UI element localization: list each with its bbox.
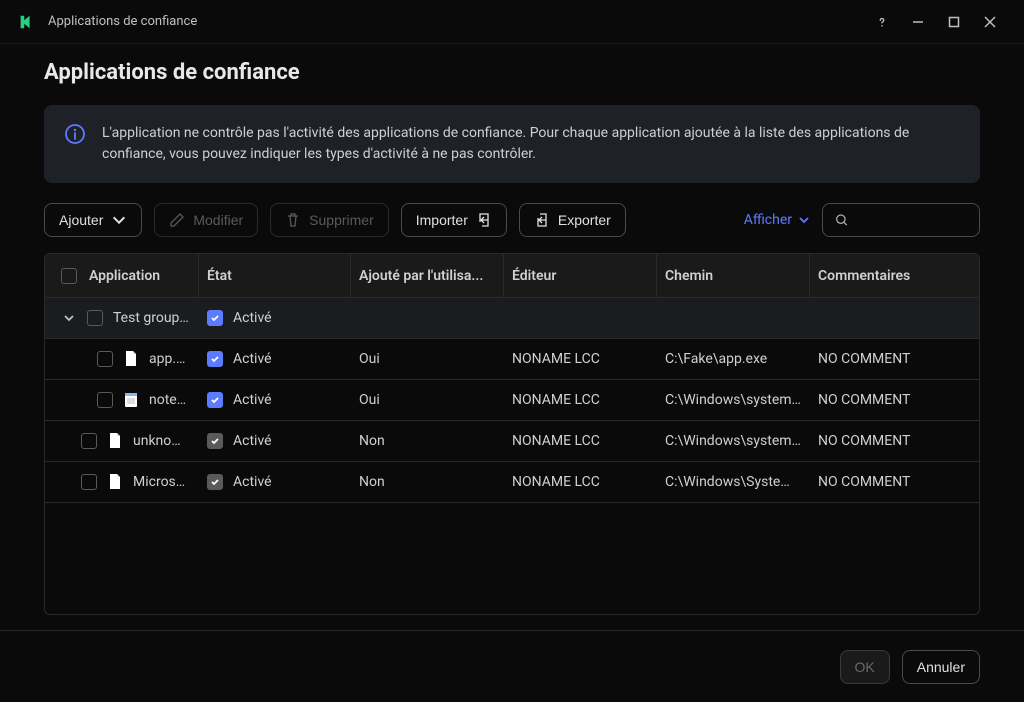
- app-name: unknown....: [133, 433, 191, 449]
- state-label: Activé: [233, 310, 272, 326]
- page-title: Applications de confiance: [44, 60, 980, 85]
- added-by-user: Non: [359, 474, 385, 490]
- th-added-by-user[interactable]: Ajouté par l'utilisa...: [351, 254, 504, 297]
- row-checkbox[interactable]: [97, 351, 113, 367]
- select-all-checkbox[interactable]: [61, 268, 77, 284]
- info-text: L'application ne contrôle pas l'activité…: [102, 123, 960, 165]
- edit-button[interactable]: Modifier: [154, 203, 258, 237]
- file-icon: [123, 391, 139, 409]
- table-row[interactable]: notepa... Activé Oui NONAME LCC C:\Windo…: [45, 380, 979, 421]
- state-checkbox[interactable]: [207, 310, 223, 326]
- add-button[interactable]: Ajouter: [44, 203, 142, 237]
- import-button[interactable]: Importer: [401, 203, 507, 237]
- state-checkbox[interactable]: [207, 433, 223, 449]
- expand-icon[interactable]: [61, 312, 77, 324]
- chevron-down-icon: [798, 214, 810, 226]
- state-checkbox[interactable]: [207, 392, 223, 408]
- state-label: Activé: [233, 433, 272, 449]
- info-banner: L'application ne contrôle pas l'activité…: [44, 105, 980, 183]
- delete-button-label: Supprimer: [309, 212, 374, 228]
- titlebar-title: Applications de confiance: [48, 14, 864, 29]
- row-checkbox[interactable]: [97, 392, 113, 408]
- footer: OK Annuler: [0, 630, 1024, 702]
- search-icon: [835, 212, 848, 228]
- add-button-label: Ajouter: [59, 212, 103, 228]
- comments: NO COMMENT: [818, 351, 910, 367]
- th-application[interactable]: Application: [45, 254, 199, 297]
- table-row[interactable]: unknown.... Activé Non NONAME LCC C:\Win…: [45, 421, 979, 462]
- table-row[interactable]: app.exe Activé Oui NONAME LCC C:\Fake\ap…: [45, 339, 979, 380]
- ok-button[interactable]: OK: [840, 650, 890, 684]
- added-by-user: Non: [359, 433, 385, 449]
- search-input[interactable]: [856, 213, 967, 228]
- editor: NONAME LCC: [512, 433, 600, 449]
- comments: NO COMMENT: [818, 433, 910, 449]
- export-button[interactable]: Exporter: [519, 203, 626, 237]
- file-icon: [123, 350, 139, 368]
- table: Application État Ajouté par l'utilisa...…: [44, 253, 980, 615]
- row-checkbox[interactable]: [87, 310, 103, 326]
- comments: NO COMMENT: [818, 392, 910, 408]
- trash-icon: [285, 212, 301, 228]
- th-editeur[interactable]: Éditeur: [504, 254, 657, 297]
- state-label: Activé: [233, 351, 272, 367]
- table-row[interactable]: Microsoft... Activé Non NONAME LCC C:\Wi…: [45, 462, 979, 503]
- afficher-label: Afficher: [744, 212, 792, 228]
- close-button[interactable]: [972, 6, 1008, 38]
- table-header: Application État Ajouté par l'utilisa...…: [45, 254, 979, 298]
- import-icon: [476, 212, 492, 228]
- pencil-icon: [169, 212, 185, 228]
- state-checkbox[interactable]: [207, 351, 223, 367]
- content-area: Applications de confiance L'application …: [0, 44, 1024, 615]
- path: C:\Fake\app.exe: [665, 351, 767, 367]
- export-button-label: Exporter: [558, 212, 611, 228]
- maximize-button[interactable]: [936, 6, 972, 38]
- comments: NO COMMENT: [818, 474, 910, 490]
- editor: NONAME LCC: [512, 474, 600, 490]
- state-label: Activé: [233, 392, 272, 408]
- state-checkbox[interactable]: [207, 474, 223, 490]
- path: C:\Windows\System...: [665, 474, 802, 490]
- search-box[interactable]: [822, 203, 980, 237]
- path: C:\Windows\system3...: [665, 433, 802, 449]
- minimize-button[interactable]: [900, 6, 936, 38]
- info-icon: [64, 123, 86, 145]
- app-logo-icon: [16, 12, 36, 32]
- export-icon: [534, 212, 550, 228]
- editor: NONAME LCC: [512, 351, 600, 367]
- row-checkbox[interactable]: [81, 433, 97, 449]
- added-by-user: Oui: [359, 351, 380, 367]
- app-name: notepa...: [149, 392, 191, 408]
- chevron-down-icon: [111, 212, 127, 228]
- app-name: app.exe: [149, 351, 191, 367]
- afficher-dropdown[interactable]: Afficher: [744, 212, 810, 228]
- row-checkbox[interactable]: [81, 474, 97, 490]
- edit-button-label: Modifier: [193, 212, 243, 228]
- state-label: Activé: [233, 474, 272, 490]
- toolbar: Ajouter Modifier Supprimer Importer Expo…: [44, 203, 980, 237]
- titlebar: Applications de confiance: [0, 0, 1024, 44]
- cancel-button[interactable]: Annuler: [902, 650, 980, 684]
- th-commentaires[interactable]: Commentaires: [810, 254, 965, 297]
- file-icon: [107, 432, 123, 450]
- table-group-row[interactable]: Test group App Activé: [45, 298, 979, 339]
- editor: NONAME LCC: [512, 392, 600, 408]
- file-icon: [107, 473, 123, 491]
- path: C:\Windows\system3...: [665, 392, 802, 408]
- delete-button[interactable]: Supprimer: [270, 203, 389, 237]
- import-button-label: Importer: [416, 212, 468, 228]
- app-name: Microsoft...: [133, 474, 191, 490]
- group-name: Test group App: [113, 310, 191, 326]
- th-chemin[interactable]: Chemin: [657, 254, 810, 297]
- added-by-user: Oui: [359, 392, 380, 408]
- help-button[interactable]: [864, 6, 900, 38]
- th-etat[interactable]: État: [199, 254, 351, 297]
